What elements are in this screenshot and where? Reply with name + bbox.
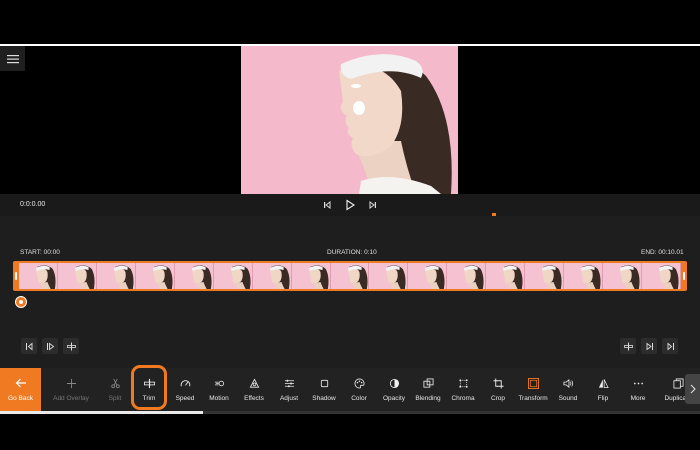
trim-marker-icon <box>623 342 633 350</box>
clip-thumbnail <box>252 263 292 289</box>
flip-icon <box>598 378 609 388</box>
play-segment-end-button[interactable] <box>641 338 657 354</box>
skip-back-icon <box>324 201 331 209</box>
previous-frame-button[interactable] <box>321 199 333 211</box>
shadow-icon <box>320 379 328 387</box>
trim-marker-button-right[interactable] <box>620 338 636 354</box>
clip-thumbnail <box>408 263 448 289</box>
woman-portrait-image <box>241 46 458 194</box>
timeline-editor: START: 00:00 DURATION: 0:10 END: 00:10.0… <box>0 213 700 368</box>
tool-label: Flip <box>597 394 609 402</box>
arrow-left-icon <box>15 378 26 388</box>
jump-to-end-button[interactable] <box>662 338 678 354</box>
clip-thumbnail <box>213 263 253 289</box>
transform-icon <box>527 377 539 389</box>
duplicate-icon <box>673 378 683 388</box>
clip-thumbnail <box>330 263 370 289</box>
motion-icon <box>214 380 224 386</box>
clip-thumbnails <box>19 263 681 289</box>
more-icon <box>633 382 643 384</box>
tool-label: More <box>630 394 646 402</box>
clip-thumbnail <box>369 263 409 289</box>
palette-icon <box>354 378 364 388</box>
playback-controls: 0:0:0.00 <box>0 194 700 216</box>
duration-label: DURATION: 0:10 <box>327 249 377 256</box>
effects-icon <box>249 377 259 388</box>
current-time: 0:0:0.00 <box>20 201 46 208</box>
play-icon <box>346 199 356 211</box>
go-back-label: Go Back <box>8 395 33 402</box>
trim-start-handle[interactable] <box>15 272 17 280</box>
hamburger-menu-button[interactable] <box>0 46 25 71</box>
clip-thumbnail <box>603 263 642 289</box>
go-back-button[interactable]: Go Back <box>0 368 41 411</box>
clip-thumbnail <box>174 263 214 289</box>
timeline-marker <box>492 213 496 216</box>
video-frame <box>241 46 458 194</box>
clip-thumbnail <box>19 263 58 289</box>
set-start-icon <box>25 342 32 350</box>
clip-thumbnail <box>135 263 175 289</box>
skip-forward-icon <box>369 201 376 209</box>
sliders-icon <box>284 379 294 387</box>
scroll-right-button[interactable] <box>685 374 700 404</box>
clip-thumbnail <box>96 263 136 289</box>
play-button[interactable] <box>344 199 356 211</box>
clip-thumbnail <box>57 263 97 289</box>
play-small-icon <box>646 342 653 350</box>
chevron-right-icon <box>690 384 696 394</box>
clip-thumbnail <box>447 263 487 289</box>
blending-icon <box>423 378 433 388</box>
speaker-icon <box>563 378 573 388</box>
next-frame-button[interactable] <box>367 199 379 211</box>
video-preview <box>0 46 700 194</box>
clip-trim-strip[interactable] <box>13 261 687 291</box>
tool-label: Add Overlay <box>53 394 89 402</box>
clip-thumbnail <box>291 263 331 289</box>
jump-to-start-button[interactable] <box>21 338 37 354</box>
chroma-icon <box>458 378 468 388</box>
split-marker-button[interactable] <box>63 338 79 354</box>
trim-icon <box>143 378 155 388</box>
clip-thumbnail <box>642 263 681 289</box>
tool-label: Trim <box>142 394 156 402</box>
end-label: END: 00:10.01 <box>641 249 684 256</box>
playhead-knob[interactable] <box>15 296 27 308</box>
play-segment-button[interactable] <box>42 338 58 354</box>
plus-icon <box>66 378 76 388</box>
trim-end-handle[interactable] <box>683 272 685 280</box>
crop-icon <box>492 377 504 389</box>
bottom-area <box>0 414 700 450</box>
set-end-icon <box>667 342 674 350</box>
play-small-icon <box>46 342 54 350</box>
clip-thumbnail <box>564 263 604 289</box>
trim-marker-icon <box>66 342 76 350</box>
hamburger-icon <box>6 54 19 63</box>
clip-thumbnail <box>486 263 526 289</box>
start-label: START: 00:00 <box>20 249 60 256</box>
tool-bar: Go Back Add Overlay Split Trim Speed Motion E… <box>0 365 700 411</box>
clip-thumbnail <box>525 263 565 289</box>
